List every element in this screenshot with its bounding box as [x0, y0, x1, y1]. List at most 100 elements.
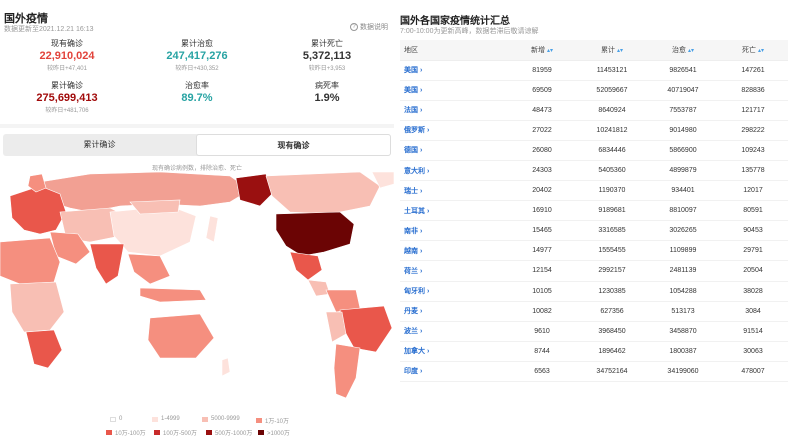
table-cell: 513173	[648, 301, 718, 322]
country-name: 匈牙利	[404, 288, 425, 296]
table-row[interactable]: 越南 › 14977 1555455 1109899 29791	[400, 240, 788, 262]
table-cell: 147261	[718, 60, 788, 81]
table-body: 美国 › 81959 11453121 9826541 147261 美国 › 69509 5…	[400, 60, 788, 383]
table-row[interactable]: 波兰 › 9610 3968450 3458870 91514	[400, 321, 788, 342]
country-link[interactable]: 越南 ›	[400, 240, 508, 262]
country-name: 丹麦	[404, 308, 418, 316]
legend-swatch	[152, 416, 158, 422]
table-row[interactable]: 匈牙利 › 10105 1230385 1054288 38028	[400, 281, 788, 302]
chevron-right-icon: ›	[425, 288, 430, 296]
table-cell: 5866900	[648, 140, 718, 161]
table-row[interactable]: 南非 › 15465 3316585 3026265 90453	[400, 220, 788, 242]
table-cell: 1896462	[576, 341, 648, 362]
table-row[interactable]: 意大利 › 24303 5405360 4899879 135778	[400, 160, 788, 182]
legend-item: 1万-10万	[256, 416, 289, 425]
table-row[interactable]: 俄罗斯 › 27022 10241812 9014980 298222	[400, 120, 788, 141]
stat-current-confirmed: 现有确诊 22,910,024 较昨日+47,401	[2, 38, 132, 72]
country-link[interactable]: 意大利 ›	[400, 160, 508, 182]
table-cell: 3458870	[648, 321, 718, 342]
data-explain-link[interactable]: ? 数据说明	[350, 22, 388, 32]
country-link[interactable]: 加拿大 ›	[400, 341, 508, 362]
overseas-panel: 国外疫情 数据更新至2021.12.21 16:13 ? 数据说明 现有确诊 2…	[0, 0, 394, 447]
table-row[interactable]: 美国 › 69509 52059667 40719047 828836	[400, 80, 788, 101]
chevron-right-icon: ›	[425, 207, 430, 215]
table-cell: 11453121	[576, 60, 648, 81]
table-row[interactable]: 美国 › 81959 11453121 9826541 147261	[400, 60, 788, 81]
table-cell: 48473	[508, 100, 576, 121]
country-link[interactable]: 瑞士 ›	[400, 180, 508, 202]
stat-delta: 较昨日+47,401	[47, 66, 87, 72]
stat-value: 89.7%	[181, 92, 213, 104]
legend-swatch	[110, 416, 116, 422]
table-cell: 20504	[718, 260, 788, 282]
table-cell: 1230385	[576, 281, 648, 302]
table-cell: 2992157	[576, 260, 648, 282]
col-region: 地区	[400, 40, 508, 61]
stat-label: 累计确诊	[51, 81, 83, 90]
table-cell: 80591	[718, 200, 788, 222]
legend-item: 500万-1000万	[206, 428, 252, 437]
country-link[interactable]: 德国 ›	[400, 140, 508, 161]
table-cell: 8640924	[576, 100, 648, 121]
chevron-right-icon: ›	[425, 127, 430, 135]
country-link[interactable]: 丹麦 ›	[400, 301, 508, 322]
legend-label: 100万-500万	[163, 431, 198, 437]
country-link[interactable]: 匈牙利 ›	[400, 281, 508, 302]
table-row[interactable]: 印度 › 6563 34752164 34199060 478007	[400, 361, 788, 383]
table-cell: 81959	[508, 60, 576, 81]
sort-icon: ▴▾	[757, 47, 764, 54]
country-link[interactable]: 土耳其 ›	[400, 200, 508, 222]
table-row[interactable]: 荷兰 › 12154 2992157 2481139 20504	[400, 260, 788, 282]
table-row[interactable]: 土耳其 › 16910 9189681 8810097 80591	[400, 200, 788, 222]
table-cell: 9826541	[648, 60, 718, 81]
legend-item: 10万-100万	[106, 428, 146, 437]
table-cell: 30063	[718, 341, 788, 362]
country-link[interactable]: 印度 ›	[400, 361, 508, 383]
table-cell: 12017	[718, 180, 788, 202]
stat-label: 累计治愈	[181, 39, 213, 48]
legend-swatch	[258, 430, 264, 435]
country-link[interactable]: 荷兰 ›	[400, 260, 508, 282]
table-cell: 1109899	[648, 240, 718, 262]
country-table: 地区 新增 ▴▾ 累计 ▴▾ 治愈 ▴▾ 死亡 ▴▾ 美国 › 81959 1145…	[400, 40, 788, 383]
table-cell: 298222	[718, 120, 788, 141]
table-row[interactable]: 法国 › 48473 8640924 7553787 121717	[400, 100, 788, 121]
legend-label: 10万-100万	[115, 431, 146, 437]
table-row[interactable]: 瑞士 › 20402 1190370 934401 12017	[400, 180, 788, 202]
legend-item: 100万-500万	[154, 428, 197, 437]
tab-total-confirmed[interactable]: 累计确诊	[3, 134, 196, 156]
col-deaths[interactable]: 死亡 ▴▾	[718, 40, 788, 61]
table-cell: 12154	[508, 260, 576, 282]
col-recovered[interactable]: 治愈 ▴▾	[648, 40, 718, 61]
table-cell: 52059667	[576, 80, 648, 101]
map-region-new-zealand	[221, 357, 231, 377]
tab-current-confirmed[interactable]: 现有确诊	[196, 134, 391, 156]
table-cell: 38028	[718, 281, 788, 302]
map-region-central-america	[307, 279, 331, 297]
table-cell: 3026265	[648, 220, 718, 242]
chevron-right-icon: ›	[418, 107, 423, 115]
legend-item: 0	[110, 416, 122, 422]
country-link[interactable]: 美国 ›	[400, 80, 508, 101]
country-link[interactable]: 法国 ›	[400, 100, 508, 121]
col-new[interactable]: 新增 ▴▾	[508, 40, 576, 61]
world-map[interactable]	[0, 172, 394, 407]
table-cell: 934401	[648, 180, 718, 202]
map-region-brazil	[339, 305, 393, 353]
stat-delta: 较昨日+481,706	[45, 108, 89, 114]
country-link[interactable]: 南非 ›	[400, 220, 508, 242]
table-row[interactable]: 丹麦 › 10082 627356 513173 3084	[400, 301, 788, 322]
table-row[interactable]: 德国 › 26080 6834446 5866900 109243	[400, 140, 788, 161]
table-cell: 9189681	[576, 200, 648, 222]
map-region-canada	[265, 172, 381, 215]
table-cell: 6834446	[576, 140, 648, 161]
stat-value: 1.9%	[314, 92, 340, 104]
country-link[interactable]: 美国 ›	[400, 60, 508, 81]
country-link[interactable]: 俄罗斯 ›	[400, 120, 508, 141]
country-name: 越南	[404, 247, 418, 255]
table-row[interactable]: 加拿大 › 8744 1896462 1800387 30063	[400, 341, 788, 362]
col-total[interactable]: 累计 ▴▾	[576, 40, 648, 61]
country-link[interactable]: 波兰 ›	[400, 321, 508, 342]
table-cell: 135778	[718, 160, 788, 182]
country-name: 法国	[404, 107, 418, 115]
